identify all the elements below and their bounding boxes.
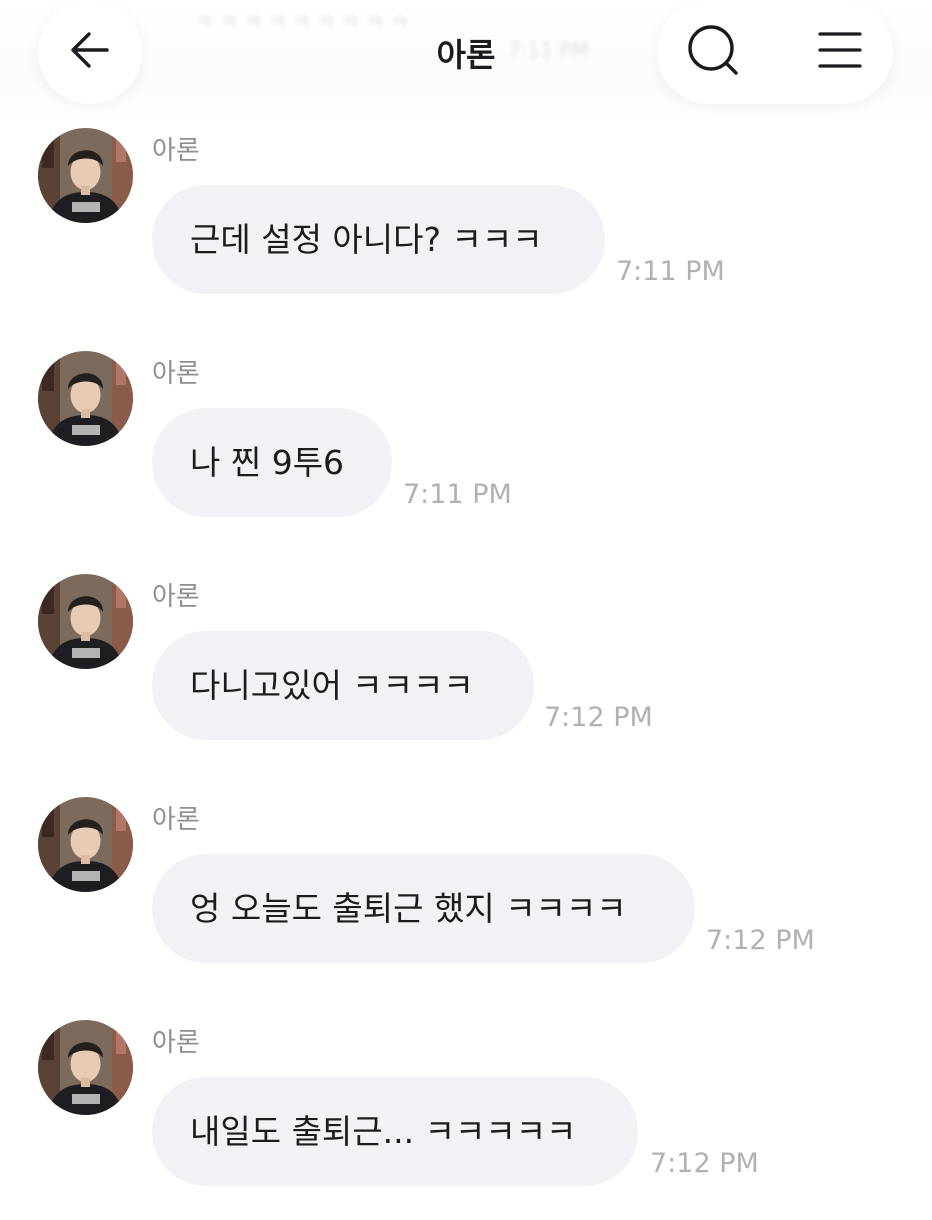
message-row: 아론 엉 오늘도 출퇴근 했지 ㅋㅋㅋㅋ 7:12 PM [0,797,932,997]
message-bubble[interactable]: 근데 설정 아니다? ㅋㅋㅋ [152,185,605,294]
chat-header: ㅋㅋㅋㅋㅋㅋㅋㅋㅋ 7:11 PM 아론 [0,0,932,120]
message-time: 7:12 PM [706,925,815,956]
message-bubble[interactable]: 내일도 출퇴근... ㅋㅋㅋㅋㅋ [152,1077,638,1186]
avatar[interactable] [38,351,133,446]
message-row: 아론 나 찐 9투6 7:11 PM [0,351,932,551]
message-row: 아론 다니고있어 ㅋㅋㅋㅋ 7:12 PM [0,574,932,774]
message-bubble[interactable]: 엉 오늘도 출퇴근 했지 ㅋㅋㅋㅋ [152,854,695,963]
sender-name: 아론 [152,582,200,612]
message-time: 7:12 PM [650,1148,759,1179]
sender-name: 아론 [152,1028,200,1058]
message-row: 아론 내일도 출퇴근... ㅋㅋㅋㅋㅋ 7:12 PM [0,1020,932,1220]
message-bubble[interactable]: 나 찐 9투6 [152,408,392,517]
avatar[interactable] [38,128,133,223]
avatar[interactable] [38,574,133,669]
search-button[interactable] [683,22,743,82]
sender-name: 아론 [152,359,200,389]
avatar[interactable] [38,1020,133,1115]
message-time: 7:12 PM [544,702,653,733]
sender-name: 아론 [152,805,200,835]
menu-button[interactable] [810,22,870,82]
message-time: 7:11 PM [616,256,725,287]
message-bubble[interactable]: 다니고있어 ㅋㅋㅋㅋ [152,631,534,740]
avatar[interactable] [38,797,133,892]
message-time: 7:11 PM [403,479,512,510]
hamburger-menu-icon [818,30,862,74]
sender-name: 아론 [152,136,200,166]
message-row: 아론 근데 설정 아니다? ㅋㅋㅋ 7:11 PM [0,128,932,328]
search-icon [685,22,741,82]
